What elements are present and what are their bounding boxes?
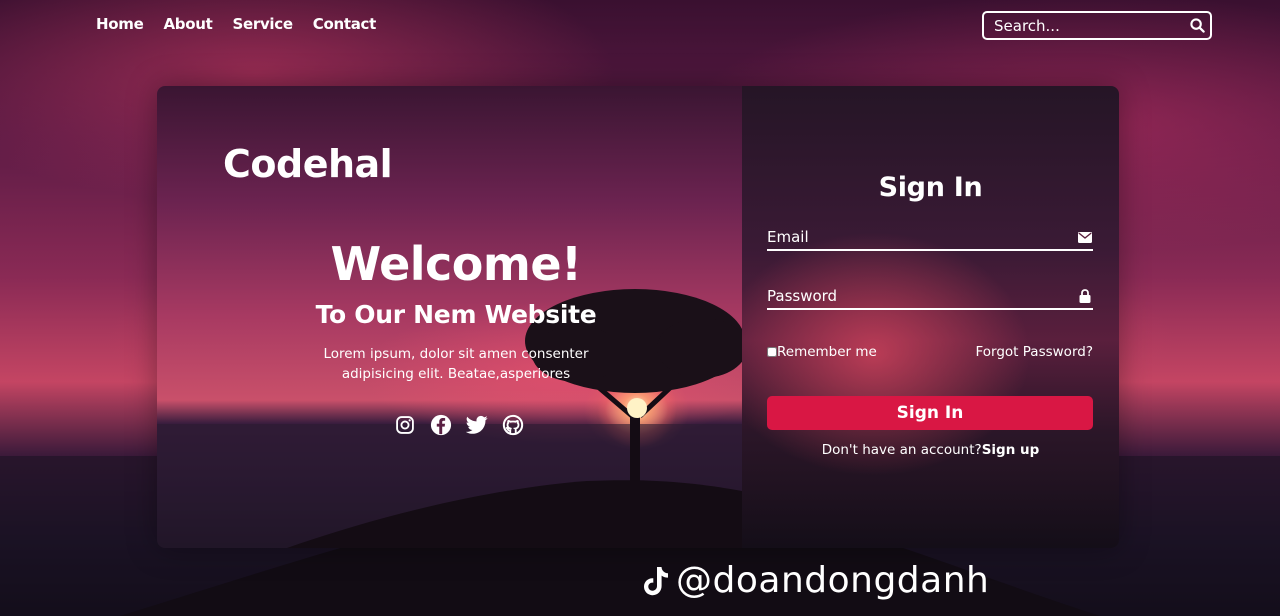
nav-about[interactable]: About [163, 15, 212, 33]
twitter-icon[interactable] [465, 413, 488, 436]
remember-row: Remember me Forgot Password? [767, 344, 1093, 360]
nav-service[interactable]: Service [232, 15, 293, 33]
welcome-panel: Codehal Welcome! To Our Nem Website Lore… [157, 86, 742, 548]
welcome-text-line1: Lorem ipsum, dolor sit amen consenter [323, 346, 589, 362]
welcome-block: Welcome! To Our Nem Website Lorem ipsum,… [157, 236, 742, 384]
lock-icon [1077, 288, 1093, 304]
signin-button[interactable]: Sign In [767, 396, 1093, 430]
welcome-heading: Welcome! [330, 237, 582, 291]
remember-checkbox[interactable] [767, 347, 777, 357]
main-nav: Home About Service Contact [96, 15, 376, 33]
watermark: @doandongdanh [640, 560, 989, 601]
signup-text: Don't have an account? [821, 442, 982, 458]
github-icon[interactable] [501, 413, 524, 436]
welcome-subheading: To Our Nem Website [315, 300, 597, 329]
search-box [982, 11, 1212, 40]
nav-home[interactable]: Home [96, 15, 144, 33]
forgot-password-link[interactable]: Forgot Password? [976, 344, 1094, 360]
email-field[interactable] [767, 228, 1077, 246]
welcome-text: Lorem ipsum, dolor sit amen consenter ad… [261, 344, 651, 384]
signin-title: Sign In [878, 172, 983, 203]
instagram-icon[interactable] [393, 413, 416, 436]
password-field[interactable] [767, 287, 1077, 305]
login-card: Codehal Welcome! To Our Nem Website Lore… [157, 86, 1119, 548]
search-icon[interactable] [1190, 18, 1205, 34]
email-field-group [767, 225, 1093, 251]
signup-link[interactable]: Sign up [982, 442, 1040, 458]
remember-label[interactable]: Remember me [767, 344, 877, 360]
password-field-group [767, 284, 1093, 310]
social-links [393, 413, 524, 436]
envelope-icon [1077, 229, 1093, 245]
remember-text: Remember me [777, 344, 877, 360]
watermark-text: @doandongdanh [676, 560, 990, 601]
facebook-icon[interactable] [429, 413, 452, 436]
search-input[interactable] [992, 15, 1190, 36]
tiktok-icon [640, 563, 672, 599]
signin-panel: Sign In Remember me Forgot Password? Sig… [742, 86, 1119, 548]
brand-logo: Codehal [223, 142, 393, 186]
nav-contact[interactable]: Contact [313, 15, 377, 33]
welcome-text-line2: adipisicing elit. Beatae,asperiores [341, 366, 571, 382]
signup-prompt: Don't have an account?Sign up [742, 442, 1119, 458]
